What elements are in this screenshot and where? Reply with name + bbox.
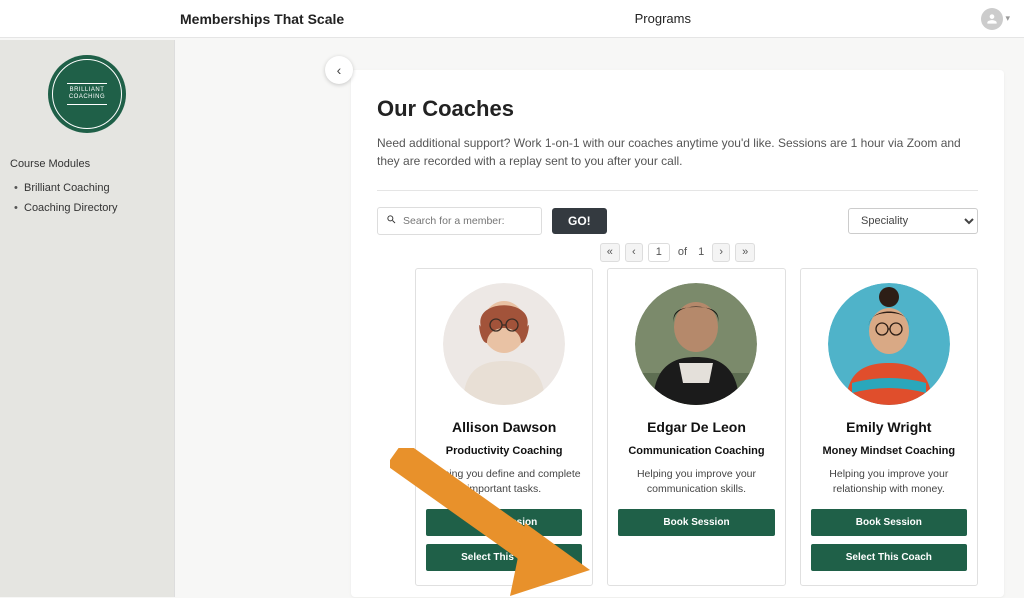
brand-logo-text: BRILLIANTCOACHING [67, 83, 107, 104]
coach-name: Edgar De Leon [618, 419, 774, 435]
book-session-button[interactable]: Book Session [618, 509, 774, 536]
coaches-grid: Allison Dawson Productivity Coaching Hel… [377, 268, 978, 585]
coach-photo [635, 283, 757, 405]
speciality-filter[interactable]: Speciality [848, 208, 978, 234]
chevron-left-icon: ‹ [337, 62, 342, 78]
coach-card: Allison Dawson Productivity Coaching Hel… [415, 268, 593, 585]
pager-first-button[interactable]: « [600, 243, 620, 262]
user-menu-button[interactable]: ▾ [981, 8, 1010, 30]
nav-programs-link[interactable]: Programs [344, 11, 981, 26]
main-panel: Our Coaches Need additional support? Wor… [351, 70, 1004, 597]
page-description: Need additional support? Work 1-on-1 wit… [377, 134, 978, 170]
pager-prev-button[interactable]: ‹ [625, 243, 643, 262]
search-field[interactable] [377, 207, 542, 235]
select-coach-button[interactable]: Select This Coach [426, 544, 582, 571]
avatar-icon [981, 8, 1003, 30]
pagination: « ‹ 1 of 1 › » [377, 243, 978, 262]
brand-logo[interactable]: BRILLIANTCOACHING [48, 55, 126, 133]
coach-photo [443, 283, 565, 405]
search-icon [386, 212, 403, 230]
select-coach-button[interactable]: Select This Coach [811, 544, 967, 571]
coach-bio: Helping you improve your relationship wi… [811, 467, 967, 496]
sidebar-item-brilliant-coaching[interactable]: Brilliant Coaching [10, 178, 164, 198]
pager-next-button[interactable]: › [712, 243, 730, 262]
pager-current-page: 1 [648, 243, 670, 262]
brand-title: Memberships That Scale [180, 11, 344, 27]
coach-name: Emily Wright [811, 419, 967, 435]
coach-card: Edgar De Leon Communication Coaching Hel… [607, 268, 785, 585]
page-title: Our Coaches [377, 96, 978, 122]
pager-total-pages: 1 [694, 246, 708, 258]
sidebar-item-coaching-directory[interactable]: Coaching Directory [10, 198, 164, 218]
content-area: ‹ Our Coaches Need additional support? W… [175, 40, 1024, 597]
pager-of-label: of [674, 246, 691, 258]
coach-name: Allison Dawson [426, 419, 582, 435]
coach-speciality: Communication Coaching [618, 445, 774, 457]
coach-speciality: Productivity Coaching [426, 445, 582, 457]
coach-bio: Helping you define and complete importan… [426, 467, 582, 496]
coach-bio: Helping you improve your communication s… [618, 467, 774, 496]
book-session-button[interactable]: Book Session [811, 509, 967, 536]
coach-card: Emily Wright Money Mindset Coaching Help… [800, 268, 978, 585]
search-go-button[interactable]: GO! [552, 208, 607, 234]
sidebar-list: Brilliant Coaching Coaching Directory [10, 178, 164, 218]
top-navigation: Memberships That Scale Programs ▾ [0, 0, 1024, 38]
coach-photo [828, 283, 950, 405]
book-session-button[interactable]: Book Session [426, 509, 582, 536]
sidebar: BRILLIANTCOACHING Course Modules Brillia… [0, 40, 175, 597]
pager-last-button[interactable]: » [735, 243, 755, 262]
sidebar-heading: Course Modules [10, 158, 164, 170]
coach-speciality: Money Mindset Coaching [811, 445, 967, 457]
search-input[interactable] [403, 215, 533, 227]
back-button[interactable]: ‹ [325, 56, 353, 84]
chevron-down-icon: ▾ [1005, 13, 1010, 24]
directory-toolbar: GO! Speciality [377, 190, 978, 235]
